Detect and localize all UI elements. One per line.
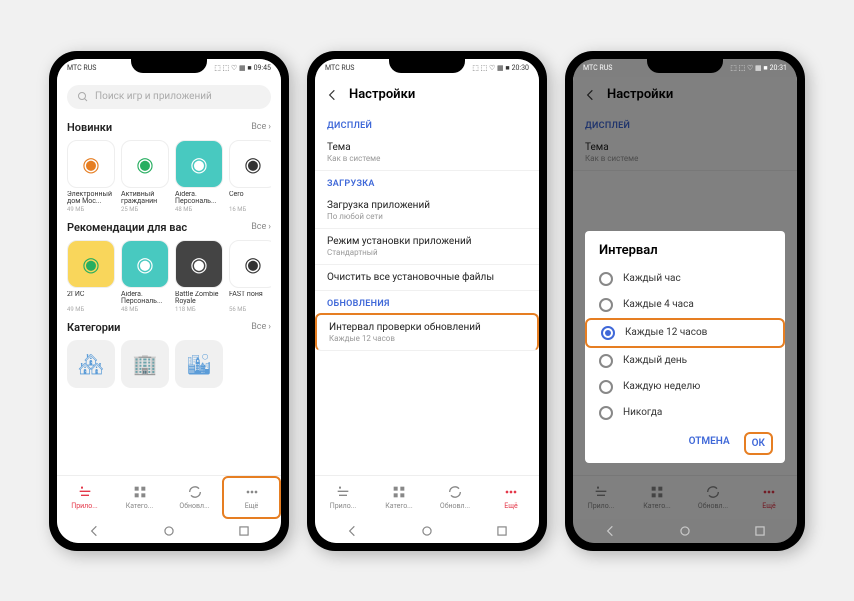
tab-updates[interactable]: Обновл...	[685, 476, 741, 519]
app-item[interactable]: ◉Cero16 МБ	[229, 140, 271, 213]
app-item[interactable]: ◉Aidera. Персональ...48 МБ	[121, 240, 169, 313]
setting-download[interactable]: Загрузка приложений По любой сети	[315, 193, 539, 229]
more-link[interactable]: Все ›	[251, 322, 271, 332]
app-item[interactable]: ◉Активный гражданин25 МБ	[121, 140, 169, 213]
phone-3: МТС RUS ⬚ ⬚ ♡ ▦ ■ 20:31 Настройки ДИСПЛЕ…	[565, 51, 805, 551]
app-item[interactable]: ◉Электронный дом Мос...49 МБ	[67, 140, 115, 213]
app-item[interactable]: ◉2ГИС49 МБ	[67, 240, 115, 313]
section-updates: ОБНОВЛЕНИЯ	[315, 291, 539, 313]
android-navbar	[573, 519, 797, 543]
tab-categories[interactable]: Катего...	[371, 476, 427, 519]
recent-nav[interactable]	[753, 524, 767, 538]
search-input[interactable]: Поиск игр и приложений	[67, 85, 271, 109]
section-download: ЗАГРУЗКА	[315, 171, 539, 193]
tab-updates[interactable]: Обновл...	[167, 476, 222, 519]
tab-apps[interactable]: Прило...	[573, 476, 629, 519]
tab-more[interactable]: Ещё	[741, 476, 797, 519]
more-link[interactable]: Все ›	[251, 222, 271, 232]
setting-install-mode[interactable]: Режим установки приложений Стандартный	[315, 229, 539, 265]
section-display: ДИСПЛЕЙ	[315, 113, 539, 135]
tab-more[interactable]: Ещё	[222, 476, 281, 519]
back-nav[interactable]	[87, 524, 101, 538]
radio-week[interactable]: Каждую неделю	[585, 374, 785, 400]
setting-update-interval[interactable]: Интервал проверки обновлений Каждые 12 ч…	[315, 313, 539, 351]
section-rec: Рекомендации для вас	[67, 221, 187, 234]
radio-day[interactable]: Каждый день	[585, 348, 785, 374]
radio-4hours[interactable]: Каждые 4 часа	[585, 292, 785, 318]
cancel-button[interactable]: ОТМЕНА	[683, 432, 736, 455]
tabbar: Прило... Катего... Обновл... Ещё	[315, 475, 539, 519]
home-nav[interactable]	[162, 524, 176, 538]
section-new: Новинки	[67, 121, 112, 134]
radio-never[interactable]: Никогда	[585, 400, 785, 426]
ok-button[interactable]: ОК	[744, 432, 773, 455]
phone-1: МТС RUS ⬚ ⬚ ♡ ▦ ■ 09:45 Поиск игр и прил…	[49, 51, 289, 551]
tab-updates[interactable]: Обновл...	[427, 476, 483, 519]
tab-apps[interactable]: Прило...	[57, 476, 112, 519]
home-nav[interactable]	[420, 524, 434, 538]
back-nav[interactable]	[345, 524, 359, 538]
app-item[interactable]: ◉Battle Zombie Royale118 МБ	[175, 240, 223, 313]
interval-dialog: Интервал Каждый час Каждые 4 часа Каждые…	[585, 231, 785, 463]
dialog-title: Интервал	[585, 243, 785, 266]
phone-2: МТС RUS ⬚ ⬚ ♡ ▦ ■ 20:30 Настройки ДИСПЛЕ…	[307, 51, 547, 551]
tabbar: Прило... Катего... Обновл... Ещё	[57, 475, 281, 519]
app-item[interactable]: ◉Aidera. Персональ...48 МБ	[175, 140, 223, 213]
radio-12hours[interactable]: Каждые 12 часов	[585, 318, 785, 348]
tabbar: Прило... Катего... Обновл... Ещё	[573, 475, 797, 519]
home-nav[interactable]	[678, 524, 692, 538]
back-icon[interactable]	[325, 88, 339, 102]
android-navbar	[315, 519, 539, 543]
search-icon	[77, 91, 89, 103]
back-icon[interactable]	[583, 88, 597, 102]
page-title: Настройки	[607, 87, 673, 102]
page-title: Настройки	[349, 87, 415, 102]
radio-hour[interactable]: Каждый час	[585, 266, 785, 292]
tab-categories[interactable]: Катего...	[629, 476, 685, 519]
tab-apps[interactable]: Прило...	[315, 476, 371, 519]
topbar: Настройки	[315, 77, 539, 113]
tab-more[interactable]: Ещё	[483, 476, 539, 519]
app-item[interactable]: ◉FAST поня56 МБ	[229, 240, 271, 313]
tab-categories[interactable]: Катего...	[112, 476, 167, 519]
more-link[interactable]: Все ›	[251, 122, 271, 132]
setting-clear-files[interactable]: Очистить все установочные файлы	[315, 265, 539, 291]
topbar: Настройки	[573, 77, 797, 113]
recent-nav[interactable]	[237, 524, 251, 538]
setting-theme[interactable]: Тема Как в системе	[315, 135, 539, 171]
android-navbar	[57, 519, 281, 543]
section-cat: Категории	[67, 321, 120, 334]
recent-nav[interactable]	[495, 524, 509, 538]
back-nav[interactable]	[603, 524, 617, 538]
